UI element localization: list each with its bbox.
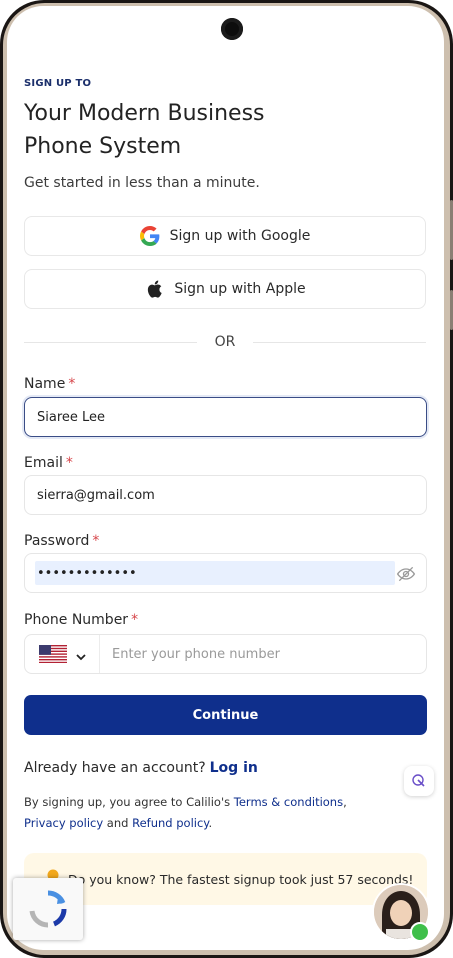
required-mark: * — [92, 533, 100, 549]
page-title: Your Modern Business Phone System — [24, 97, 427, 163]
email-field[interactable]: sierra@gmail.com — [24, 475, 427, 515]
cursor-helper-icon[interactable] — [404, 766, 434, 796]
fact-banner: Do you know? The fastest signup took jus… — [24, 853, 427, 905]
apple-icon — [144, 279, 164, 299]
required-mark: * — [65, 455, 73, 471]
google-icon — [139, 226, 160, 246]
required-mark: * — [131, 612, 139, 628]
name-value: Siaree Lee — [37, 409, 106, 425]
divider-line-left — [24, 341, 197, 343]
or-text: OR — [214, 334, 236, 350]
required-mark: * — [68, 376, 76, 392]
country-selector[interactable] — [25, 635, 100, 673]
apple-signup-label: Sign up with Apple — [174, 281, 306, 297]
terms-end: . — [208, 816, 213, 830]
online-status-dot — [410, 922, 430, 942]
terms-sep: , — [343, 795, 347, 809]
name-label: Name * — [24, 376, 75, 392]
page-subtitle: Get started in less than a minute. — [24, 175, 260, 191]
phone-input[interactable]: Enter your phone number — [100, 647, 426, 662]
email-label: Email * — [24, 455, 73, 471]
recaptcha-icon — [29, 890, 67, 928]
phone-label-text: Phone Number — [24, 612, 129, 628]
screen: SIGN UP TO Your Modern Business Phone Sy… — [7, 6, 444, 950]
name-label-text: Name — [24, 376, 66, 392]
login-prompt: Already have an account? Log in — [24, 760, 258, 776]
chevron-down-icon — [75, 648, 87, 661]
recaptcha-badge[interactable] — [13, 878, 83, 940]
title-line-2: Phone System — [24, 134, 182, 159]
email-label-text: Email — [24, 455, 63, 471]
terms-link[interactable]: Terms & conditions — [234, 795, 343, 809]
front-camera — [221, 18, 243, 40]
name-field[interactable]: Siaree Lee — [24, 397, 427, 437]
apple-signup-button[interactable]: Sign up with Apple — [24, 269, 426, 309]
eyebrow-text: SIGN UP TO — [24, 78, 92, 89]
google-signup-button[interactable]: Sign up with Google — [24, 216, 426, 256]
terms-prefix: By signing up, you agree to Calilio's — [24, 795, 234, 809]
fact-text: Do you know? The fastest signup took jus… — [68, 871, 414, 887]
password-label: Password * — [24, 533, 99, 549]
signup-header: SIGN UP TO Your Modern Business Phone Sy… — [24, 78, 427, 191]
phone-field-group: Enter your phone number — [24, 634, 427, 674]
refund-link[interactable]: Refund policy — [132, 816, 208, 830]
password-label-text: Password — [24, 533, 90, 549]
email-value: sierra@gmail.com — [37, 487, 155, 503]
terms-text: By signing up, you agree to Calilio's Te… — [24, 792, 419, 834]
phone-frame: SIGN UP TO Your Modern Business Phone Sy… — [0, 0, 453, 958]
or-divider: OR — [24, 332, 426, 352]
privacy-link[interactable]: Privacy policy — [24, 816, 103, 830]
terms-and: and — [103, 816, 133, 830]
phone-label: Phone Number * — [24, 612, 138, 628]
divider-line-right — [253, 341, 426, 343]
google-signup-label: Sign up with Google — [169, 228, 311, 244]
continue-button[interactable]: Continue — [24, 695, 427, 735]
password-value: ••••••••••••• — [37, 565, 137, 581]
us-flag-icon — [39, 645, 67, 663]
eye-off-icon[interactable] — [396, 564, 416, 584]
password-field[interactable]: ••••••••••••• — [24, 553, 427, 593]
login-prompt-text: Already have an account? — [24, 760, 206, 776]
login-link[interactable]: Log in — [210, 760, 258, 776]
title-line-1: Your Modern Business — [24, 101, 265, 126]
